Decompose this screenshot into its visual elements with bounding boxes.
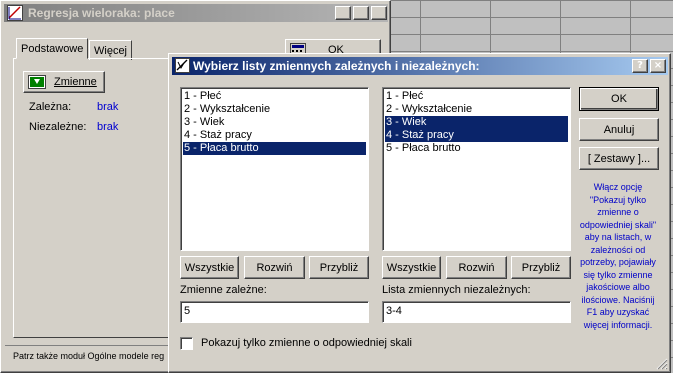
cancel-label: Anuluj: [603, 123, 635, 136]
status-bar: Patrz także moduł Ogólne modele reg: [5, 345, 175, 365]
dialog-chart-icon: [175, 58, 190, 76]
select-variables-dialog: Wybierz listy zmiennych zależnych i niez…: [168, 53, 671, 373]
variables-icon: [28, 75, 46, 89]
independent-value: brak: [97, 121, 119, 133]
dialog-titlebar: Wybierz listy zmiennych zależnych i niez…: [172, 57, 668, 75]
sets-label: [ Zestawy ]...: [587, 152, 651, 165]
ok-label: OK: [611, 93, 627, 105]
dependent-label: Zależna:: [29, 101, 72, 113]
scale-filter-checkbox-row[interactable]: Pokazuj tylko zmienne o odpowiedniej ska…: [180, 335, 412, 351]
independent-variables-value: 3-4: [386, 305, 402, 317]
status-text: Patrz także moduł Ogólne modele reg: [13, 351, 165, 361]
chart-icon: [7, 5, 23, 21]
tab-more-label: Więcej: [94, 44, 128, 57]
list-item[interactable]: 3 - Wiek: [183, 116, 366, 129]
list-item[interactable]: 1 - Płeć: [385, 90, 568, 103]
dependent-variables-label: Zmienne zależne:: [180, 284, 267, 296]
list-item[interactable]: 2 - Wykształcenie: [385, 103, 568, 116]
ok-button[interactable]: OK: [579, 87, 659, 111]
minimize-button[interactable]: _: [353, 6, 369, 20]
right-all-label: Wszystkie: [386, 261, 437, 274]
window-title: Regresja wieloraka: place: [28, 6, 175, 20]
left-expand-label: Rozwiń: [256, 261, 293, 274]
independent-variables-input[interactable]: 3-4: [382, 301, 571, 323]
dependent-variable-list[interactable]: 1 - Płeć 2 - Wykształcenie 3 - Wiek 4 - …: [180, 87, 369, 251]
list-item[interactable]: 2 - Wykształcenie: [183, 103, 366, 116]
tab-more[interactable]: Więcej: [89, 40, 133, 60]
variables-button[interactable]: Zmienne: [23, 71, 105, 93]
left-all-label: Wszystkie: [184, 261, 235, 274]
list-item[interactable]: 1 - Płeć: [183, 90, 366, 103]
left-expand-button[interactable]: Rozwiń: [244, 256, 305, 279]
right-zoom-label: Przybliż: [521, 261, 561, 274]
help-title-button[interactable]: ?: [335, 6, 351, 20]
right-expand-button[interactable]: Rozwiń: [446, 256, 507, 279]
sets-button[interactable]: [ Zestawy ]...: [579, 147, 659, 170]
list-item[interactable]: 5 - Płaca brutto: [385, 142, 568, 155]
dialog-title: Wybierz listy zmiennych zależnych i niez…: [193, 59, 480, 73]
independent-variable-list[interactable]: 1 - Płeć 2 - Wykształcenie 3 - Wiek 4 - …: [382, 87, 571, 251]
right-zoom-button[interactable]: Przybliż: [511, 256, 571, 279]
dialog-close-button[interactable]: ×: [650, 59, 666, 73]
right-all-button[interactable]: Wszystkie: [382, 256, 441, 279]
cancel-button[interactable]: Anuluj: [579, 118, 659, 141]
scale-filter-checkbox-label: Pokazuj tylko zmienne o odpowiedniej ska…: [201, 337, 412, 349]
tab-basic-label: Podstawowe: [21, 42, 84, 55]
help-text: Włącz opcję "Pokazuj tylko zmienne o odp…: [579, 182, 657, 330]
dependent-variables-value: 5: [184, 305, 191, 317]
list-item-selected[interactable]: 4 - Staż pracy: [385, 129, 568, 142]
resize-grip-icon[interactable]: [656, 358, 668, 370]
dependent-variables-input[interactable]: 5: [180, 301, 369, 323]
variables-label: Zmienne: [54, 76, 97, 88]
list-item-selected[interactable]: 5 - Płaca brutto: [183, 142, 366, 155]
close-button[interactable]: ×: [371, 6, 387, 20]
independent-label: Niezależne:: [29, 121, 87, 133]
tab-basic[interactable]: Podstawowe: [16, 38, 89, 59]
scale-filter-checkbox[interactable]: [180, 336, 193, 350]
left-all-button[interactable]: Wszystkie: [180, 256, 239, 279]
left-zoom-label: Przybliż: [319, 261, 359, 274]
list-item[interactable]: 4 - Staż pracy: [183, 129, 366, 142]
list-item-selected[interactable]: 3 - Wiek: [385, 116, 568, 129]
dialog-help-button[interactable]: ?: [632, 59, 648, 73]
dependent-value: brak: [97, 101, 119, 113]
window-titlebar: Regresja wieloraka: place ? _ ×: [4, 4, 388, 22]
independent-variables-label: Lista zmiennych niezależnych:: [382, 284, 531, 296]
left-zoom-button[interactable]: Przybliż: [309, 256, 369, 279]
right-expand-label: Rozwiń: [458, 261, 495, 274]
